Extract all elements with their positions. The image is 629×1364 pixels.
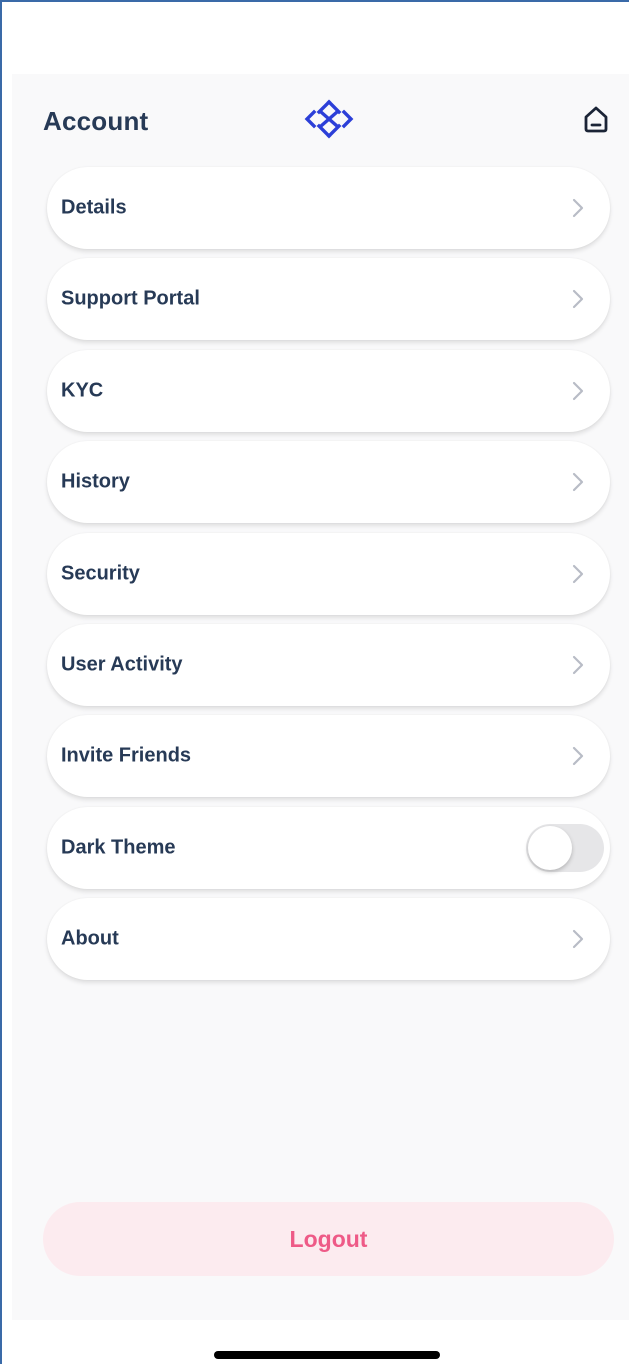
chevron-right-icon <box>572 930 584 949</box>
menu-item-kyc[interactable]: KYC <box>47 349 610 432</box>
logout-label: Logout <box>289 1225 368 1252</box>
menu-item-label: User Activity <box>61 653 183 676</box>
chevron-right-icon <box>572 564 584 583</box>
menu-item-label: Support Portal <box>61 287 200 310</box>
menu-item-label: Details <box>61 196 127 219</box>
dark-theme-toggle[interactable] <box>526 823 604 872</box>
menu-item-label: Invite Friends <box>61 744 192 767</box>
menu-item-dark-theme: Dark Theme <box>47 806 610 889</box>
menu-item-history[interactable]: History <box>47 441 610 524</box>
chevron-right-icon <box>572 198 584 218</box>
chevron-right-icon <box>572 290 584 309</box>
menu-item-about[interactable]: About <box>47 898 610 981</box>
chevron-right-icon <box>572 381 584 400</box>
chevron-right-icon <box>572 655 584 675</box>
home-icon <box>584 106 608 133</box>
menu-item-details[interactable]: Details <box>47 167 610 249</box>
account-screen: Account Details Support Portal KYC Histo… <box>12 74 629 1320</box>
menu-item-label: Security <box>61 562 140 585</box>
home-button[interactable] <box>579 102 613 136</box>
chevron-right-icon <box>572 747 584 766</box>
page-title: Account <box>43 106 149 136</box>
account-menu: Details Support Portal KYC History Secur… <box>47 167 610 990</box>
menu-item-label: Dark Theme <box>61 836 176 859</box>
app-frame: Account Details Support Portal KYC Histo… <box>0 0 629 1364</box>
menu-item-label: About <box>61 927 119 950</box>
menu-item-support-portal[interactable]: Support Portal <box>47 258 610 341</box>
header: Account <box>12 74 629 166</box>
chevron-right-icon <box>572 473 584 492</box>
home-indicator[interactable] <box>214 1351 440 1359</box>
logout-button[interactable]: Logout <box>43 1202 614 1276</box>
menu-item-label: KYC <box>61 379 104 402</box>
menu-item-label: History <box>61 470 130 493</box>
toggle-knob <box>528 825 572 870</box>
menu-item-user-activity[interactable]: User Activity <box>47 623 610 706</box>
menu-item-invite-friends[interactable]: Invite Friends <box>47 715 610 798</box>
menu-item-security[interactable]: Security <box>47 532 610 615</box>
brand-logo-icon <box>304 99 354 139</box>
